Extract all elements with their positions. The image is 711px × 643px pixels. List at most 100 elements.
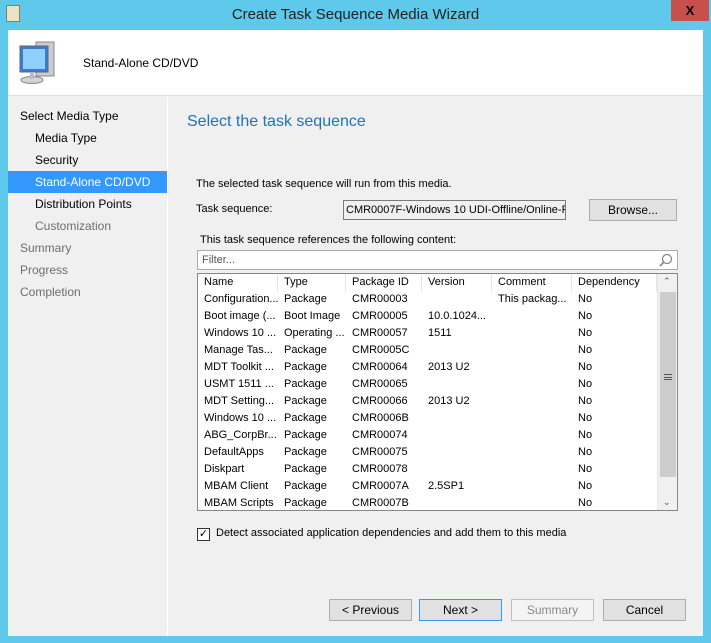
cell-name: MBAM Scripts (204, 497, 274, 509)
cell-type: Operating ... (284, 327, 345, 339)
cell-name: Windows 10 ... (204, 327, 277, 339)
nav-item-progress[interactable]: Progress (8, 259, 167, 281)
cell-name: MDT Toolkit ... (204, 361, 274, 373)
wizard-client: Stand-Alone CD/DVD Select Media Type Medi… (8, 30, 703, 636)
table-row[interactable]: Manage Tas... Package CMR0005C No (198, 342, 658, 359)
table-row[interactable]: MDT Toolkit ... Package CMR00064 2013 U2 No (198, 359, 658, 376)
grip-icon (664, 374, 672, 380)
cell-type: Package (284, 344, 327, 356)
cell-dependency: No (578, 429, 593, 441)
column-header-version[interactable]: Version (422, 274, 492, 291)
cell-dependency: No (578, 361, 593, 373)
nav-item-stand-alone-cd-dvd[interactable]: Stand-Alone CD/DVD (8, 171, 167, 193)
cell-package-id: CMR0007B (352, 497, 409, 509)
task-sequence-field[interactable]: CMR0007F-Windows 10 UDI-Offline/Online-R (343, 200, 566, 220)
cell-dependency: No (578, 395, 593, 407)
cell-package-id: CMR00064 (352, 361, 408, 373)
cell-version: 1511 (428, 327, 452, 339)
references-label: This task sequence references the follow… (200, 234, 457, 246)
nav-item-customization[interactable]: Customization (8, 215, 167, 237)
cell-type: Package (284, 446, 327, 458)
cell-package-id: CMR00066 (352, 395, 408, 407)
close-button[interactable]: X (671, 0, 709, 21)
cell-version: 2013 U2 (428, 361, 470, 373)
table-row[interactable]: Diskpart Package CMR00078 No (198, 461, 658, 478)
cell-package-id: CMR00003 (352, 293, 408, 305)
vertical-scrollbar[interactable]: ⌃ ⌄ (657, 274, 677, 510)
column-header-dependency[interactable]: Dependency (572, 274, 657, 291)
column-header-comment[interactable]: Comment (492, 274, 572, 291)
cell-dependency: No (578, 412, 593, 424)
browse-button[interactable]: Browse... (589, 199, 677, 221)
scrollbar-thumb[interactable] (660, 292, 676, 477)
table-row[interactable]: MDT Setting... Package CMR00066 2013 U2 No (198, 393, 658, 410)
cell-name: MDT Setting... (204, 395, 275, 407)
cell-dependency: No (578, 497, 593, 509)
cell-name: Diskpart (204, 463, 245, 475)
cell-dependency: No (578, 480, 593, 492)
table-row[interactable]: DefaultApps Package CMR00075 No (198, 444, 658, 461)
cell-type: Package (284, 463, 327, 475)
cell-package-id: CMR00074 (352, 429, 408, 441)
cell-package-id: CMR00005 (352, 310, 408, 322)
search-icon[interactable] (659, 253, 673, 267)
table-row[interactable]: Windows 10 ... Operating ... CMR00057 1511 N… (198, 325, 658, 342)
main-panel: Select the task sequence The selected ta… (170, 97, 703, 636)
scroll-down-icon[interactable]: ⌄ (663, 497, 671, 508)
column-header-name[interactable]: Name (198, 274, 278, 291)
cell-type: Package (284, 378, 327, 390)
nav-item-media-type[interactable]: Media Type (8, 127, 167, 149)
nav-item-security[interactable]: Security (8, 149, 167, 171)
task-sequence-label: Task sequence: (196, 203, 273, 215)
wizard-nav: Select Media Type Media Type Security Stand… (8, 97, 168, 636)
detect-dependencies-checkbox[interactable]: ✓ (197, 528, 210, 541)
cell-type: Boot Image (284, 310, 341, 322)
cell-comment: This packag... (498, 293, 567, 305)
summary-button[interactable]: Summary (511, 599, 594, 621)
cell-type: Package (284, 429, 327, 441)
page-title: Select the task sequence (187, 113, 366, 130)
cell-dependency: No (578, 463, 593, 475)
content-table[interactable]: MBAM Scripts Package CMR0007B No MBAM Client… (197, 273, 678, 511)
cell-package-id: CMR0006B (352, 412, 409, 424)
cell-type: Package (284, 480, 327, 492)
cell-name: Boot image (... (204, 310, 276, 322)
computer-icon (19, 41, 55, 84)
cell-version: 10.0.1024... (428, 310, 487, 322)
cell-name: USMT 1511 ... (204, 378, 274, 390)
cell-package-id: CMR0005C (352, 344, 410, 356)
table-row[interactable]: ABG_CorpBr... Package CMR00074 No (198, 427, 658, 444)
scroll-up-icon[interactable]: ⌃ (663, 276, 671, 287)
cell-type: Package (284, 412, 327, 424)
table-row[interactable]: MBAM Client Package CMR0007A 2.5SP1 No (198, 478, 658, 495)
cell-dependency: No (578, 446, 593, 458)
nav-item-select-media-type[interactable]: Select Media Type (8, 105, 167, 127)
nav-item-distribution-points[interactable]: Distribution Points (8, 193, 167, 215)
filter-input[interactable]: Filter... (197, 250, 678, 270)
nav-item-summary[interactable]: Summary (8, 237, 167, 259)
cell-dependency: No (578, 293, 593, 305)
filter-placeholder: Filter... (202, 254, 236, 266)
cell-type: Package (284, 395, 327, 407)
column-header-package-id[interactable]: Package ID (346, 274, 422, 291)
cancel-button[interactable]: Cancel (603, 599, 686, 621)
cell-name: MBAM Client (204, 480, 269, 492)
column-header-type[interactable]: Type (278, 274, 346, 291)
cell-type: Package (284, 361, 327, 373)
cell-name: DefaultApps (204, 446, 264, 458)
previous-button[interactable]: < Previous (329, 599, 412, 621)
table-row[interactable]: Configuration... Package CMR00003 This pack… (198, 291, 658, 308)
cell-name: ABG_CorpBr... (204, 429, 277, 441)
next-button[interactable]: Next > (419, 599, 502, 621)
title-bar: Create Task Sequence Media Wizard X (0, 0, 711, 30)
cell-type: Package (284, 497, 327, 509)
table-row[interactable]: Windows 10 ... Package CMR0006B No (198, 410, 658, 427)
table-row[interactable]: Boot image (... Boot Image CMR00005 10.0.10… (198, 308, 658, 325)
cell-package-id: CMR0007A (352, 480, 409, 492)
info-text: The selected task sequence will run from… (196, 178, 452, 190)
detect-dependencies-label[interactable]: Detect associated application dependenci… (216, 527, 566, 539)
cell-dependency: No (578, 327, 593, 339)
table-row[interactable]: MBAM Scripts Package CMR0007B No (198, 495, 658, 510)
table-row[interactable]: USMT 1511 ... Package CMR00065 No (198, 376, 658, 393)
nav-item-completion[interactable]: Completion (8, 281, 167, 303)
